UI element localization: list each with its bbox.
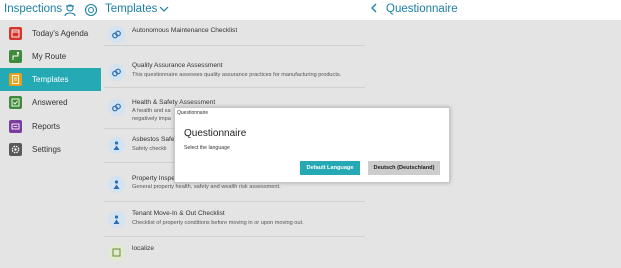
language-dialog: Questionnaire Questionnaire Select the l… [174, 107, 450, 183]
top-bar: Inspections Templates Questionnaire [0, 0, 621, 20]
hazard-person-icon [108, 137, 125, 154]
template-title: Property Inspe [132, 175, 175, 182]
template-row[interactable]: Quality Assurance Assessment This questi… [104, 58, 365, 88]
sidebar-item-label: My Route [32, 52, 67, 61]
template-title: Asbestos Safe [132, 136, 175, 143]
sidebar-item-my-route[interactable]: My Route [0, 45, 101, 68]
dialog-message: Select the language [184, 145, 230, 151]
template-description: General property health, safety and weal… [132, 184, 281, 190]
template-title: Tenant Move-In & Out Checklist [132, 210, 225, 217]
template-description-line2: negatively impa [132, 116, 171, 122]
dialog-caption: Questionnaire [177, 110, 209, 116]
templates-dropdown-label: Templates [105, 3, 158, 15]
chevron-down-icon [159, 6, 169, 12]
sidebar-item-todays-agenda[interactable]: Today's Agenda [0, 22, 101, 45]
deutsch-language-button[interactable]: Deutsch (Deutschland) [368, 161, 440, 175]
sidebar-item-settings[interactable]: Settings [0, 138, 101, 161]
app-title: Inspections [4, 3, 63, 15]
back-icon[interactable] [370, 2, 378, 17]
gear-icon [9, 143, 22, 156]
template-description: Checklist of property conditions before … [132, 220, 304, 226]
hazard-person-icon [108, 176, 125, 193]
dialog-title: Questionnaire [184, 128, 247, 139]
template-title: Autonomous Maintenance Checklist [132, 27, 238, 34]
route-icon [9, 50, 22, 63]
template-link-icon [108, 26, 125, 43]
inspector-icon[interactable] [63, 3, 77, 17]
localize-icon [108, 244, 125, 261]
templates-dropdown[interactable]: Templates [105, 3, 169, 15]
page-title: Questionnaire [386, 3, 458, 15]
template-icon [9, 73, 22, 86]
sync-icon[interactable] [84, 3, 98, 17]
answered-icon [9, 96, 22, 109]
sidebar-item-reports[interactable]: Reports [0, 115, 101, 138]
sidebar-item-label: Settings [32, 145, 61, 154]
template-title: localize [132, 245, 154, 252]
sidebar-item-label: Answered [32, 98, 68, 107]
reports-icon [9, 120, 22, 133]
template-description: This questionnaire assesses quality assu… [132, 72, 342, 78]
sidebar-item-label: Templates [32, 75, 69, 84]
sidebar-item-templates[interactable]: Templates [0, 68, 101, 91]
calendar-icon [9, 27, 22, 40]
template-description: Safety checkli [132, 146, 167, 152]
template-title: Health & Safety Assessment [132, 99, 216, 106]
sidebar-item-label: Today's Agenda [32, 29, 89, 38]
template-link-icon [108, 64, 125, 81]
default-language-button[interactable]: Default Language [300, 161, 360, 175]
sidebar-item-label: Reports [32, 122, 61, 131]
template-row[interactable]: localize [104, 241, 365, 267]
sidebar-item-answered[interactable]: Answered [0, 91, 101, 114]
template-row[interactable]: Autonomous Maintenance Checklist [104, 22, 365, 46]
sidebar: Today's Agenda My Route Templates Answer… [0, 20, 101, 268]
template-title: Quality Assurance Assessment [132, 62, 223, 69]
template-row[interactable]: Tenant Move-In & Out Checklist Checklist… [104, 205, 365, 237]
hazard-person-icon [108, 211, 125, 228]
template-description: A health and sa [132, 108, 171, 114]
template-link-icon [108, 99, 125, 116]
